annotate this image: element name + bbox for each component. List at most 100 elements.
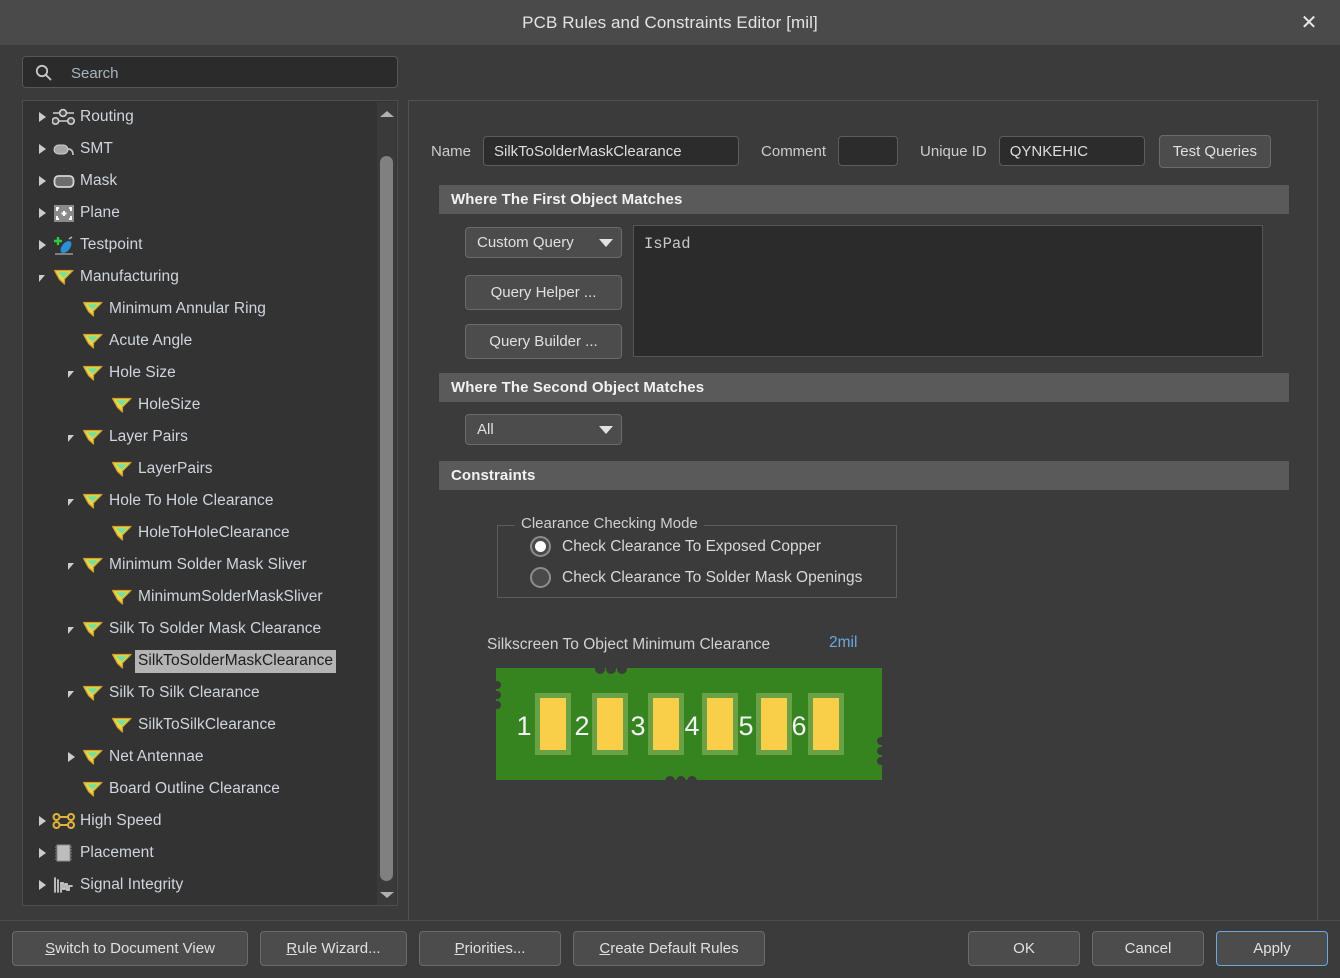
tree-item-label: Hole To Hole Clearance [109, 492, 274, 509]
tree-item-mask[interactable]: Mask [23, 165, 379, 197]
collapse-arrow-icon[interactable] [62, 428, 80, 446]
query-helper-button[interactable]: Query Helper ... [465, 275, 622, 310]
search-icon [35, 64, 52, 81]
tree-item-board-outline-clearance[interactable]: Board Outline Clearance [23, 773, 379, 805]
first-object-query-input[interactable]: IsPad [633, 225, 1263, 357]
tree-item-silk-to-solder-mask-clearance[interactable]: Silk To Solder Mask Clearance [23, 613, 379, 645]
rule-name-input[interactable] [483, 136, 740, 166]
collapse-arrow-icon[interactable] [62, 684, 80, 702]
expand-arrow-icon[interactable] [33, 108, 51, 126]
collapse-arrow-icon[interactable] [62, 620, 80, 638]
tree-viewport: Routing SMT Mask Plane Testpoint Manufacturin… [23, 101, 379, 905]
tree-item-holesize[interactable]: HoleSize [23, 389, 379, 421]
search-box[interactable] [22, 56, 398, 89]
manufacturing-icon [109, 457, 135, 481]
tree-item-high-speed[interactable]: High Speed [23, 805, 379, 837]
tree-item-net-antennae[interactable]: Net Antennae [23, 741, 379, 773]
radio-check-solder-mask-openings[interactable]: Check Clearance To Solder Mask Openings [530, 567, 862, 588]
expand-arrow-icon[interactable] [33, 140, 51, 158]
scroll-down-icon[interactable] [377, 885, 396, 904]
radio-indicator [530, 567, 551, 588]
collapse-arrow-icon[interactable] [62, 556, 80, 574]
tree-item-routing[interactable]: Routing [23, 101, 379, 133]
manufacturing-icon [80, 361, 106, 385]
accelerator-key: R [286, 940, 298, 957]
tree-item-silk-to-silk-clearance[interactable]: Silk To Silk Clearance [23, 677, 379, 709]
comment-input[interactable] [838, 136, 899, 166]
apply-button[interactable]: Apply [1216, 931, 1328, 966]
ok-button[interactable]: OK [968, 931, 1080, 966]
expand-arrow-icon[interactable] [33, 844, 51, 862]
second-object-scope-select[interactable]: All [465, 414, 622, 445]
manufacturing-icon [80, 425, 106, 449]
tree-item-label: SilkToSilkClearance [138, 716, 276, 733]
second-object-header: Where The Second Object Matches [439, 373, 1289, 402]
silkscreen-clearance-value[interactable]: 2mil [829, 634, 857, 652]
tree-item-smt[interactable]: SMT [23, 133, 379, 165]
switch-to-document-view-button[interactable]: Switch to Document View [12, 931, 248, 966]
tree-item-acute-angle[interactable]: Acute Angle [23, 325, 379, 357]
manufacturing-icon [80, 745, 106, 769]
radio-check-exposed-copper[interactable]: Check Clearance To Exposed Copper [530, 536, 821, 557]
test-queries-button[interactable]: Test Queries [1158, 134, 1271, 168]
tree-item-label: Board Outline Clearance [109, 780, 280, 797]
collapse-arrow-icon[interactable] [62, 492, 80, 510]
tree-item-layerpairs[interactable]: LayerPairs [23, 453, 379, 485]
tree-item-hole-to-hole-clearance[interactable]: Hole To Hole Clearance [23, 485, 379, 517]
expand-arrow-icon[interactable] [33, 204, 51, 222]
tree-item-placement[interactable]: Placement [23, 837, 379, 869]
pad-label-5: 5 [738, 711, 753, 741]
manufacturing-icon [109, 521, 135, 545]
tree-item-label: HoleSize [138, 396, 201, 413]
tree-item-silktosoldermaskclearance[interactable]: SilkToSolderMaskClearance [23, 645, 379, 677]
scroll-up-icon[interactable] [377, 104, 396, 123]
expand-arrow-icon[interactable] [33, 812, 51, 830]
silkscreen-clearance-label: Silkscreen To Object Minimum Clearance [487, 636, 771, 653]
unique-id-input[interactable] [998, 136, 1145, 166]
first-object-scope-select[interactable]: Custom Query [465, 227, 622, 258]
tree-item-holetoholeclearance[interactable]: HoleToHoleClearance [23, 517, 379, 549]
expand-arrow-icon[interactable] [33, 876, 51, 894]
tree-item-testpoint[interactable]: Testpoint [23, 229, 379, 261]
expand-arrow-icon[interactable] [33, 236, 51, 254]
tree-item-signal-integrity[interactable]: Signal Integrity [23, 869, 379, 901]
search-input[interactable] [69, 57, 393, 89]
tree-scrollbar[interactable] [377, 102, 396, 905]
tree-item-label: Mask [80, 172, 118, 189]
tree-item-minimum-annular-ring[interactable]: Minimum Annular Ring [23, 293, 379, 325]
collapse-arrow-icon[interactable] [33, 268, 51, 286]
main-content: Routing SMT Mask Plane Testpoint Manufacturin… [0, 45, 1340, 952]
expand-arrow-icon[interactable] [33, 172, 51, 190]
pad-label-4: 4 [684, 711, 699, 741]
collapse-arrow-icon[interactable] [62, 364, 80, 382]
scrollbar-thumb[interactable] [380, 156, 393, 881]
tree-item-layer-pairs[interactable]: Layer Pairs [23, 421, 379, 453]
tree-item-silktosilkclearance[interactable]: SilkToSilkClearance [23, 709, 379, 741]
cancel-button[interactable]: Cancel [1092, 931, 1204, 966]
radio-label: Check Clearance To Solder Mask Openings [562, 568, 863, 586]
second-object-scope-value: All [477, 421, 494, 438]
tree-item-plane[interactable]: Plane [23, 197, 379, 229]
query-builder-button[interactable]: Query Builder ... [465, 324, 622, 359]
tree-item-minimum-solder-mask-sliver[interactable]: Minimum Solder Mask Sliver [23, 549, 379, 581]
rule-wizard-button[interactable]: Rule Wizard... [260, 931, 407, 966]
priorities-button[interactable]: Priorities... [419, 931, 561, 966]
close-icon[interactable]: ✕ [1292, 5, 1326, 39]
tree-item-manufacturing[interactable]: Manufacturing [23, 261, 379, 293]
unique-id-label: Unique ID [920, 142, 987, 160]
tree-item-label: Layer Pairs [109, 428, 188, 445]
manufacturing-icon [80, 681, 106, 705]
tree-item-minimumsoldermasksliver[interactable]: MinimumSolderMaskSliver [23, 581, 379, 613]
tree-item-hole-size[interactable]: Hole Size [23, 357, 379, 389]
chevron-down-icon [599, 238, 613, 247]
accelerator-key: P [454, 940, 465, 957]
mask-icon [51, 169, 77, 193]
expand-arrow-icon[interactable] [62, 748, 80, 766]
pcb-preview-graphic: 1 2 3 4 5 6 [494, 664, 884, 785]
create-default-rules-button[interactable]: Create Default Rules [573, 931, 765, 966]
tree-item-label: Silk To Solder Mask Clearance [109, 620, 322, 637]
